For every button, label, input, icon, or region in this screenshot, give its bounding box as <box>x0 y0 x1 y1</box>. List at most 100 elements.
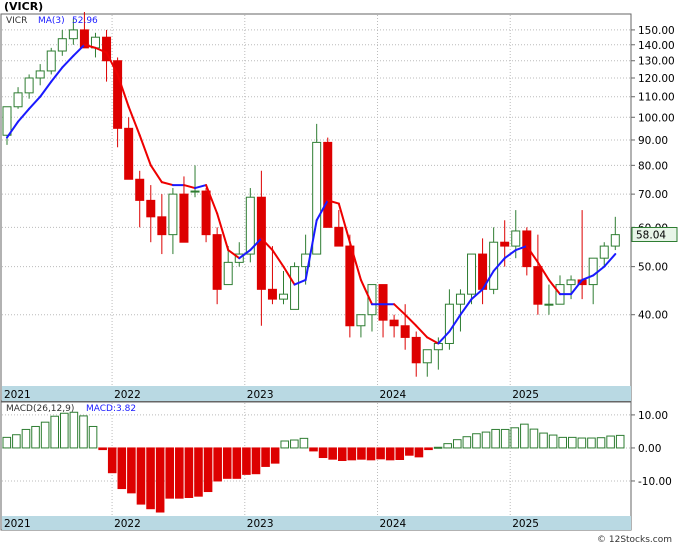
macd-xtick-label: 2024 <box>380 518 407 530</box>
price-ytick-label: 40.00 <box>638 310 668 322</box>
macd-bar-negative <box>203 447 213 493</box>
macd-bar-negative <box>107 447 117 474</box>
candle-up <box>511 230 521 247</box>
macd-bar-negative <box>136 447 146 505</box>
macd-gridlines <box>2 403 631 516</box>
candle-up <box>168 193 178 236</box>
price-xtick-label: 2023 <box>247 389 274 401</box>
macd-bar-positive <box>596 437 606 449</box>
macd-bar-negative <box>385 447 395 461</box>
candle-up <box>13 92 23 108</box>
ma3-segment <box>426 336 440 345</box>
macd-bar-negative <box>328 447 337 460</box>
chart-title: (VICR) <box>4 0 43 13</box>
legend-symbol: VICR <box>6 16 27 26</box>
macd-bar-positive <box>577 437 587 449</box>
ma3-segment <box>271 249 285 268</box>
macd-bar-negative <box>146 447 155 510</box>
price-ytick-label: 110.00 <box>638 92 675 104</box>
price-xtick-label: 2024 <box>380 389 407 401</box>
candle-up <box>223 261 233 286</box>
candle-up <box>599 245 609 259</box>
candle-up <box>544 303 554 306</box>
candle-up <box>610 234 620 247</box>
candle-down <box>345 245 355 327</box>
candle-down <box>323 141 333 228</box>
macd-bar-positive <box>491 428 500 449</box>
macd-bar-negative <box>414 447 424 458</box>
candle-up <box>35 70 45 79</box>
ma3-segment <box>61 54 75 69</box>
candle-down <box>135 178 145 201</box>
candle-up <box>245 196 255 255</box>
macd-bar-negative <box>405 447 414 456</box>
macd-ytick-label: -10.00 <box>638 476 672 488</box>
candle-up <box>489 241 499 290</box>
ma3-segment <box>160 181 174 187</box>
candle-down <box>201 190 211 236</box>
ma3-segment <box>72 43 86 57</box>
macd-bar-positive <box>529 428 539 449</box>
price-xtick-label: 2025 <box>512 389 539 401</box>
candle-down <box>500 241 510 247</box>
candle-down <box>146 199 156 218</box>
macd-bar-negative <box>347 447 357 461</box>
candle-up <box>68 29 78 40</box>
macd-bar-negative <box>270 447 280 464</box>
macd-bar-positive <box>510 427 520 449</box>
macd-bar-positive <box>79 415 88 449</box>
macd-xtick-label: 2022 <box>114 518 141 530</box>
macd-xtick-label: 2021 <box>4 518 31 530</box>
macd-bar-positive <box>40 421 50 449</box>
macd-bar-positive <box>539 432 548 449</box>
candle-down <box>124 127 134 180</box>
macd-bar-negative <box>98 447 107 451</box>
macd-bar-positive <box>12 434 21 449</box>
price-ytick-label: 140.00 <box>638 40 675 52</box>
candle-up <box>566 279 576 286</box>
candle-up <box>190 190 200 193</box>
ma3-segment <box>28 95 42 110</box>
candle-up <box>279 293 288 300</box>
macd-bar-positive <box>520 423 529 449</box>
ma3-segment <box>39 80 53 98</box>
price-ytick-label: 80.00 <box>638 160 668 172</box>
last-price-value: 58.04 <box>636 229 666 241</box>
macd-bar-positive <box>60 412 69 449</box>
macd-bar-positive <box>481 431 491 449</box>
macd-bar-negative <box>261 447 270 467</box>
candle-up <box>290 266 300 310</box>
macd-bar-negative <box>175 447 184 499</box>
macd-bar-positive <box>433 446 443 449</box>
macd-bar-positive <box>615 434 625 449</box>
macd-bar-positive <box>280 440 290 449</box>
macd-ytick-label: 10.00 <box>638 410 668 422</box>
legend-ma-label: MA(3) <box>38 16 65 26</box>
ma3-segment <box>393 303 407 316</box>
macd-bar-positive <box>567 436 577 449</box>
price-ytick-label: 130.00 <box>638 56 675 68</box>
candle-up <box>46 50 56 72</box>
candle-down <box>378 284 388 321</box>
macd-bar-negative <box>251 447 261 475</box>
macd-bar-negative <box>357 447 366 460</box>
candle-down <box>334 226 344 247</box>
candle-up <box>422 349 432 364</box>
macd-bar-positive <box>50 415 60 449</box>
macd-bar-positive <box>31 425 40 449</box>
macd-bar-positive <box>462 436 472 449</box>
macd-xtick-label: 2025 <box>512 518 539 530</box>
legend-ma-value: 52.96 <box>72 16 98 26</box>
macd-bar-negative <box>127 447 136 494</box>
macd-histogram <box>2 411 625 513</box>
macd-bar-positive <box>548 434 558 449</box>
candle-down <box>400 325 410 338</box>
candle-up <box>2 106 12 136</box>
macd-bar-positive <box>443 443 452 449</box>
price-xtick-label: 2021 <box>4 389 31 401</box>
macd-bar-negative <box>117 447 127 490</box>
ma3-segment <box>182 184 197 190</box>
candle-up <box>24 77 34 94</box>
ma3-segment <box>415 324 429 339</box>
chart-stage: (VICR) 2021 2022 2023 2024 2025 2021 2022 2023… <box>0 0 680 546</box>
